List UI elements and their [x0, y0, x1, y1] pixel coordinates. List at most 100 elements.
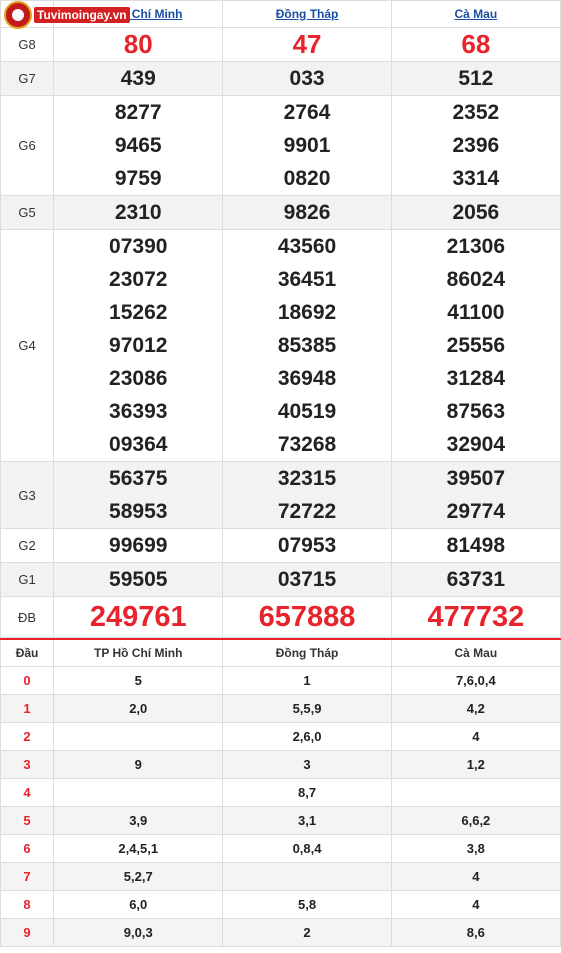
prize-cell: 03715 [222, 562, 392, 597]
loto-tail-digits: 3,8 [390, 834, 561, 863]
loto-tail-digits: 1,2 [390, 750, 561, 779]
prize-number: 81498 [446, 534, 506, 557]
prize-row: G8 80 47 68 [0, 27, 561, 62]
loto-tail-digits [390, 778, 561, 807]
prize-row: G1 59505 03715 63731 [0, 562, 561, 597]
loto-head-digit: 3 [0, 750, 55, 779]
prize-number: 15262 [109, 301, 168, 324]
loto-tail-digits: 6,6,2 [390, 806, 561, 835]
prize-number: 31284 [446, 367, 506, 390]
prize-number: 85385 [277, 334, 337, 357]
loto-head-digit: 9 [0, 918, 55, 947]
prize-number: 56375 [109, 467, 168, 490]
prize-number: 033 [289, 67, 325, 90]
prize-number: 97012 [109, 334, 168, 357]
prize-cell: 43560 36451 18692 85385 36948 40519 73268 [222, 229, 392, 462]
prize-cell: 21306 86024 41100 25556 31284 87563 32904 [390, 229, 561, 462]
prize-cell: 2764 9901 0820 [222, 95, 392, 196]
province-header-2[interactable]: Đồng Tháp [222, 0, 392, 28]
prize-number: 2056 [452, 201, 500, 224]
loto-header-dau: Đầu [0, 638, 55, 667]
loto-head-digit: 4 [0, 778, 55, 807]
prize-cell: 47 [222, 27, 392, 62]
province-link[interactable]: Đồng Tháp [276, 7, 339, 21]
loto-table: Đầu TP Hồ Chí Minh Đồng Tháp Cà Mau 0517… [0, 638, 561, 947]
loto-tail-digits: 2,4,5,1 [53, 834, 224, 863]
prize-row: G6 8277 9465 9759 2764 9901 0820 2352 2396 3314 [0, 95, 561, 196]
prize-label: G7 [0, 61, 55, 96]
loto-tail-digits: 9 [53, 750, 224, 779]
loto-header-province: Đồng Tháp [222, 638, 392, 667]
prize-number: 29774 [446, 500, 506, 523]
province-header-3[interactable]: Cà Mau [390, 0, 561, 28]
loto-tail-digits: 5 [53, 666, 224, 695]
prize-cell: 07953 [222, 528, 392, 563]
site-logo[interactable]: Tuvimoingay.vn [4, 1, 130, 29]
prize-number: 68 [461, 29, 491, 59]
prize-number: 47 [292, 29, 322, 59]
loto-head-digit: 5 [0, 806, 55, 835]
prize-number: 36393 [109, 400, 168, 423]
loto-header-province: TP Hồ Chí Minh [53, 638, 224, 667]
prize-label: G4 [0, 229, 55, 462]
loto-tail-digits: 4 [390, 890, 561, 919]
prize-number: 2396 [452, 134, 500, 157]
loto-header-row: Đầu TP Hồ Chí Minh Đồng Tháp Cà Mau [0, 638, 561, 667]
prize-number: 32315 [277, 467, 337, 490]
prize-cell: 80 [53, 27, 224, 62]
prize-cell: 657888 [222, 596, 392, 638]
loto-tail-digits: 5,8 [222, 890, 392, 919]
prize-number: 80 [123, 29, 153, 59]
prize-number: 512 [458, 67, 494, 90]
loto-row: 2 2,6,0 4 [0, 722, 561, 751]
loto-row: 9 9,0,3 2 8,6 [0, 918, 561, 947]
prize-cell: 439 [53, 61, 224, 96]
prize-cell: 56375 58953 [53, 461, 224, 529]
prize-label: G2 [0, 528, 55, 563]
prize-number: 2310 [114, 201, 162, 224]
results-table: Tuvimoingay.vn TP Hồ Chí Minh Đồng Tháp … [0, 0, 561, 638]
loto-tail-digits: 1 [222, 666, 392, 695]
prize-number: 40519 [277, 400, 337, 423]
prize-number: 8277 [114, 101, 162, 124]
loto-tail-digits: 4 [390, 862, 561, 891]
prize-number: 73268 [277, 433, 337, 456]
province-link[interactable]: Cà Mau [455, 7, 498, 21]
prize-row: ĐB 249761 657888 477732 [0, 596, 561, 638]
prize-number: 18692 [277, 301, 337, 324]
loto-tail-digits: 4,2 [390, 694, 561, 723]
prize-number: 07953 [277, 534, 337, 557]
loto-row: 1 2,0 5,5,9 4,2 [0, 694, 561, 723]
prize-number: 477732 [427, 601, 525, 633]
loto-tail-digits: 3,9 [53, 806, 224, 835]
prize-number: 3314 [452, 167, 500, 190]
prize-number: 03715 [277, 568, 337, 591]
prize-cell: 32315 72722 [222, 461, 392, 529]
prize-number: 87563 [446, 400, 506, 423]
lottery-results-page: Tuvimoingay.vn TP Hồ Chí Minh Đồng Tháp … [0, 0, 561, 953]
loto-row: 7 5,2,7 4 [0, 862, 561, 891]
loto-tail-digits [53, 778, 224, 807]
prize-cell: 63731 [390, 562, 561, 597]
prize-number: 249761 [89, 601, 187, 633]
prize-row: G4 07390 23072 15262 97012 23086 36393 09364 435… [0, 229, 561, 462]
loto-tail-digits: 8,7 [222, 778, 392, 807]
prize-row: G5 2310 9826 2056 [0, 195, 561, 230]
prize-number: 2352 [452, 101, 500, 124]
loto-tail-digits: 2,0 [53, 694, 224, 723]
prize-label: G5 [0, 195, 55, 230]
prize-number: 21306 [446, 235, 506, 258]
prize-label: G6 [0, 95, 55, 196]
prize-number: 36451 [277, 268, 337, 291]
prize-number: 9465 [114, 134, 162, 157]
prize-row: G7 439 033 512 [0, 61, 561, 96]
prize-number: 32904 [446, 433, 506, 456]
prize-number: 43560 [277, 235, 337, 258]
loto-tail-digits: 2,6,0 [222, 722, 392, 751]
prize-cell: 249761 [53, 596, 224, 638]
prize-number: 25556 [446, 334, 506, 357]
prize-cell: 9826 [222, 195, 392, 230]
prize-number: 2764 [283, 101, 331, 124]
loto-row: 5 3,9 3,1 6,6,2 [0, 806, 561, 835]
prize-number: 99699 [109, 534, 168, 557]
